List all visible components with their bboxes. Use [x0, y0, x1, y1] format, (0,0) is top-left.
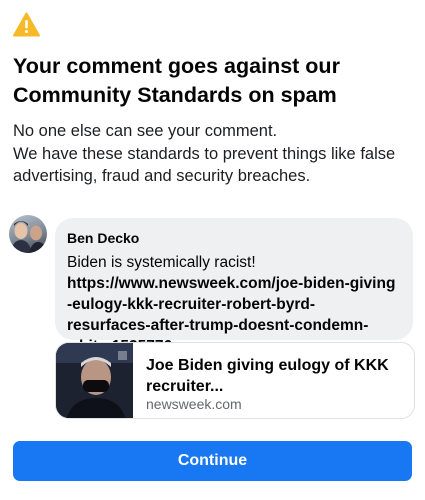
comment-text: Biden is systemically racist!	[67, 254, 256, 271]
avatar	[9, 215, 47, 253]
link-preview-thumbnail	[56, 343, 133, 418]
comment-link[interactable]: -eulogy-kkk-recruiter-robert-byrd-	[67, 294, 401, 315]
comment-bubble: Ben Decko Biden is systemically racist! …	[55, 218, 413, 355]
warning-icon	[13, 12, 40, 37]
link-preview-domain: newsweek.com	[146, 396, 242, 412]
page-title: Your comment goes against our Community …	[13, 52, 413, 110]
title-line: Your comment goes against our	[13, 54, 340, 78]
description-line: We have these standards to prevent thing…	[13, 144, 396, 163]
description: No one else can see your comment. We hav…	[13, 120, 418, 188]
comment-link[interactable]: resurfaces-after-trump-doesnt-condemn-	[67, 315, 401, 336]
link-preview-card[interactable]: Joe Biden giving eulogy of KKK recruiter…	[55, 342, 415, 419]
link-preview-title-line: recruiter...	[146, 378, 224, 395]
description-line: No one else can see your comment.	[13, 122, 278, 140]
comment-link[interactable]: https://www.newsweek.com/joe-biden-givin…	[67, 273, 401, 294]
comment-author[interactable]: Ben Decko	[67, 229, 401, 247]
continue-button[interactable]: Continue	[13, 441, 412, 481]
link-preview-title[interactable]: Joe Biden giving eulogy of KKK recruiter…	[146, 355, 406, 397]
description-line: advertising, fraud and security breaches…	[13, 167, 311, 185]
link-preview-title-line: Joe Biden giving eulogy of KKK	[146, 357, 389, 374]
title-line: Community Standards on spam	[13, 83, 337, 107]
avatar-photo	[10, 221, 47, 253]
